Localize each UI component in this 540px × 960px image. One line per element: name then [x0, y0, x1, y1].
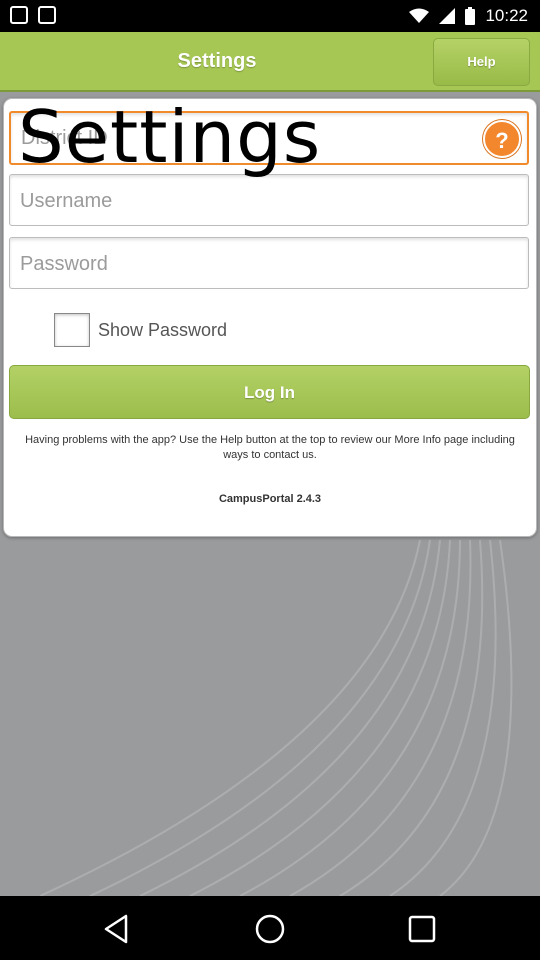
notification-icon [10, 6, 28, 24]
status-bar: 10:22 [0, 0, 540, 32]
username-placeholder: Username [20, 190, 113, 212]
back-icon[interactable] [100, 912, 134, 946]
show-password-checkbox[interactable] [54, 313, 90, 347]
show-password-label: Show Password [98, 319, 228, 340]
signal-icon [439, 8, 456, 24]
status-time: 10:22 [485, 6, 528, 25]
page-title: Settings [177, 50, 257, 72]
help-button[interactable]: Help [433, 38, 530, 86]
login-button[interactable]: Log In [9, 365, 530, 419]
home-icon[interactable] [253, 912, 287, 946]
battery-icon [465, 7, 476, 25]
show-password-row: Show Password [54, 311, 227, 349]
version-label: CampusPortal 2.4.3 [218, 493, 322, 505]
info-icon[interactable]: ? [483, 120, 521, 158]
app-header: Settings Help [0, 32, 540, 92]
notification-icon [38, 6, 56, 24]
password-input[interactable]: Password [9, 237, 529, 289]
password-placeholder: Password [20, 253, 108, 275]
help-message: Having problems with the app? Use the He… [25, 434, 515, 461]
wifi-icon [409, 8, 430, 23]
overlay-text: Settings [18, 95, 322, 179]
navigation-bar [0, 896, 540, 960]
recents-icon[interactable] [405, 912, 439, 946]
